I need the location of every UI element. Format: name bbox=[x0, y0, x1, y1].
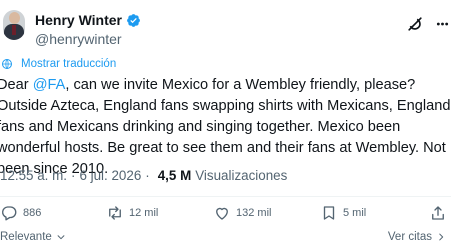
tweet-time[interactable]: 12:55 a. m. bbox=[0, 168, 67, 183]
divider bbox=[0, 196, 451, 197]
chevron-down-icon bbox=[57, 235, 65, 240]
mention-link[interactable]: @FA bbox=[33, 77, 66, 93]
chevron-right-icon bbox=[439, 233, 444, 241]
globe-icon bbox=[2, 59, 12, 69]
replies-footer: Relevante Ver citas bbox=[0, 229, 451, 247]
repost-icon bbox=[109, 206, 121, 220]
reply-count: 886 bbox=[23, 207, 42, 219]
view-quotes-link[interactable]: Ver citas bbox=[388, 231, 446, 243]
bookmark-button[interactable]: 5 mil bbox=[320, 203, 366, 223]
verified-badge-icon bbox=[127, 13, 140, 27]
heart-icon bbox=[216, 207, 228, 220]
views-count: 4,5 M bbox=[157, 167, 192, 183]
like-button[interactable]: 132 mil bbox=[213, 203, 271, 223]
bookmark-icon bbox=[323, 206, 335, 220]
grok-icon[interactable] bbox=[405, 14, 425, 34]
more-options-icon[interactable] bbox=[434, 14, 451, 34]
tweet-text-rest: , can we invite Mexico for a Wembley fri… bbox=[0, 77, 451, 177]
tweet-text: Dear @FA, can we invite Mexico for a Wem… bbox=[0, 75, 451, 180]
share-button[interactable] bbox=[429, 203, 447, 223]
view-quotes-label: Ver citas bbox=[387, 231, 432, 243]
reply-button[interactable]: 886 bbox=[0, 203, 41, 223]
reply-icon bbox=[2, 206, 17, 221]
repost-count: 12 mil bbox=[129, 207, 159, 219]
views-label: Visualizaciones bbox=[195, 167, 288, 183]
tweet-date[interactable]: 6 jul. 2026 bbox=[79, 168, 141, 183]
author-handle[interactable]: @henrywinter bbox=[35, 30, 141, 48]
meta-separator: · bbox=[145, 167, 150, 183]
show-translation-link[interactable]: Mostrar traducción bbox=[0, 56, 116, 72]
sort-label: Relevante bbox=[0, 231, 52, 243]
like-count: 132 mil bbox=[236, 207, 272, 219]
avatar[interactable] bbox=[3, 10, 25, 40]
tweet-text-start: Dear bbox=[0, 77, 33, 93]
meta-separator: · bbox=[71, 167, 76, 183]
tweet-meta: 12:55 a. m. · 6 jul. 2026 · 4,5 M Visual… bbox=[0, 166, 287, 184]
share-icon bbox=[432, 206, 444, 220]
bookmark-count: 5 mil bbox=[343, 207, 367, 219]
sort-replies-dropdown[interactable]: Relevante bbox=[0, 231, 66, 243]
show-translation-label[interactable]: Mostrar traducción bbox=[21, 58, 116, 70]
author-display-name[interactable]: Henry Winter bbox=[35, 12, 122, 28]
repost-button[interactable]: 12 mil bbox=[106, 203, 158, 223]
action-bar: 886 12 mil 132 mil 5 mil bbox=[0, 203, 451, 223]
tweet-header: Henry Winter @henrywinter bbox=[0, 4, 451, 48]
author-info: Henry Winter @henrywinter bbox=[35, 10, 141, 48]
